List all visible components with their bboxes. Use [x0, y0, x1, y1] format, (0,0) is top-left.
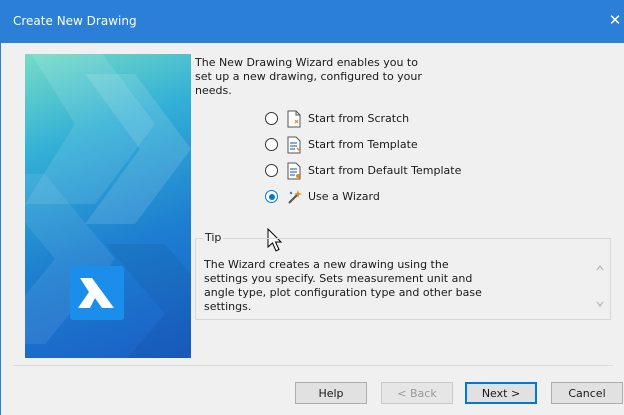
- option-start-from-default-template[interactable]: Start from Default Template: [265, 162, 485, 180]
- separator: [13, 365, 613, 366]
- tip-group: Tip The Wizard creates a new drawing usi…: [195, 231, 611, 320]
- tip-text: The Wizard creates a new drawing using t…: [204, 258, 482, 313]
- scroll-up-icon[interactable]: [595, 263, 605, 273]
- window-title: Create New Drawing: [13, 14, 137, 28]
- radio-button[interactable]: [265, 138, 278, 151]
- radio-button[interactable]: [265, 164, 278, 177]
- scroll-down-icon[interactable]: [595, 299, 605, 309]
- bricscad-logo: [70, 266, 124, 320]
- intro-text: The New Drawing Wizard enables you to se…: [195, 56, 422, 97]
- option-label: Use a Wizard: [308, 190, 380, 203]
- template-page-icon: [286, 136, 302, 154]
- close-icon[interactable]: ✕: [606, 10, 624, 30]
- radio-button-selected[interactable]: [265, 190, 278, 203]
- option-label: Start from Scratch: [308, 112, 410, 125]
- cancel-button[interactable]: Cancel: [551, 382, 623, 404]
- option-start-from-scratch[interactable]: Start from Scratch: [265, 110, 485, 128]
- option-label: Start from Default Template: [308, 164, 462, 177]
- next-button[interactable]: Next >: [465, 382, 537, 404]
- wizard-banner-image: [25, 54, 191, 358]
- radio-button[interactable]: [265, 112, 278, 125]
- option-label: Start from Template: [308, 138, 418, 151]
- option-start-from-template[interactable]: Start from Template: [265, 136, 485, 154]
- back-button[interactable]: < Back: [381, 382, 453, 404]
- dialog-body: The New Drawing Wizard enables you to se…: [0, 43, 624, 415]
- title-bar: Create New Drawing ✕: [0, 0, 624, 43]
- tip-label: Tip: [203, 231, 224, 244]
- magic-wand-icon: [286, 188, 302, 206]
- default-template-icon: [286, 162, 302, 180]
- option-use-a-wizard[interactable]: Use a Wizard: [265, 188, 485, 206]
- help-button[interactable]: Help: [295, 382, 367, 404]
- blank-page-icon: [286, 110, 302, 128]
